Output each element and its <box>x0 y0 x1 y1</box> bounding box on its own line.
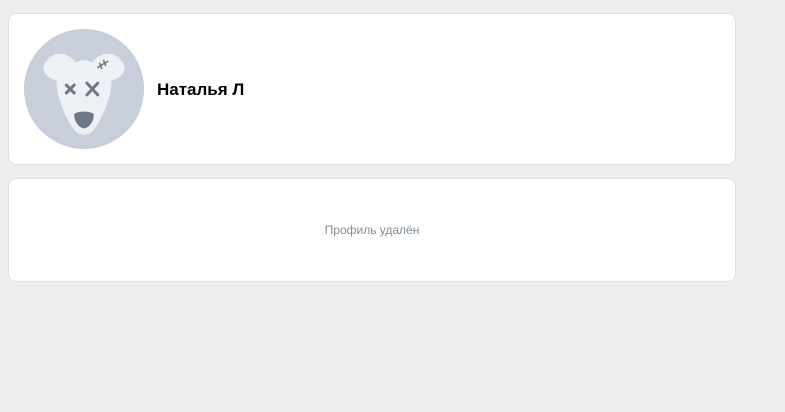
profile-deleted-card: Профиль удалён <box>8 178 736 282</box>
profile-name: Наталья Л <box>157 80 245 99</box>
deleted-dog-avatar-icon <box>25 30 143 148</box>
profile-deleted-message: Профиль удалён <box>324 223 420 237</box>
avatar <box>24 29 144 149</box>
profile-page: Наталья Л Профиль удалён <box>0 0 785 412</box>
profile-header-card: Наталья Л <box>8 13 736 165</box>
